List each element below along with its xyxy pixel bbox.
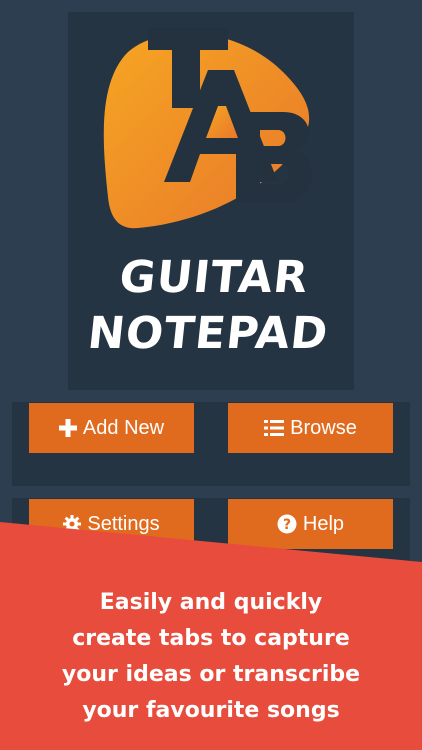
svg-text:?: ? [283, 517, 291, 533]
browse-label: Browse [290, 416, 357, 439]
button-row-bottom: Settings ? Help [12, 498, 410, 582]
button-row-top: Add New Browse [12, 402, 410, 486]
guitar-pick-logo [103, 28, 312, 229]
promo-tagline: Easily and quickly create tabs to captur… [0, 585, 422, 729]
browse-button[interactable]: Browse [228, 403, 393, 453]
add-new-label: Add New [82, 416, 165, 439]
promo-line: create tabs to capture [72, 626, 350, 651]
promo-line: Easily and quickly [99, 590, 323, 615]
question-circle-icon: ? [277, 514, 297, 534]
list-icon [264, 419, 285, 437]
settings-label: Settings [87, 512, 160, 535]
logo-panel: GUITAR NOTEPAD [68, 12, 354, 390]
app-title-line2: NOTEPAD [85, 308, 331, 359]
promo-line: your favourite songs [82, 698, 340, 723]
help-button[interactable]: ? Help [228, 499, 393, 549]
promo-line: your ideas or transcribe [61, 662, 361, 687]
help-label: Help [302, 512, 345, 535]
settings-button[interactable]: Settings [29, 499, 194, 549]
plus-icon [58, 419, 77, 437]
app-title-line1: GUITAR [116, 252, 312, 303]
gear-icon [63, 515, 82, 533]
app-title: GUITAR NOTEPAD [62, 250, 360, 362]
add-new-button[interactable]: Add New [29, 403, 194, 453]
